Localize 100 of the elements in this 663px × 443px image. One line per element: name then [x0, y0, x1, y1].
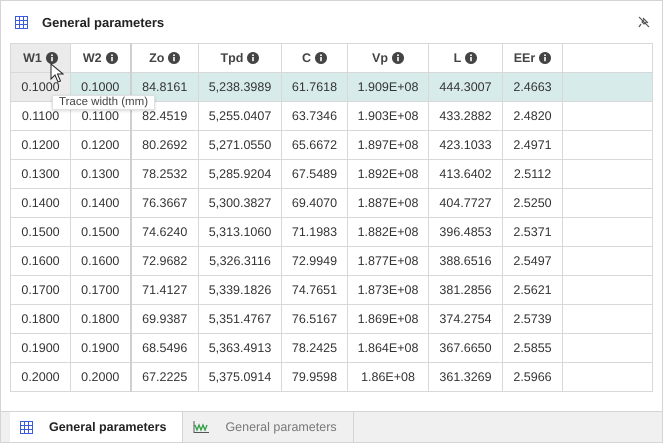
table-cell: 74.6240 [130, 218, 198, 246]
table-cell: 361.3269 [428, 362, 502, 392]
table-cell: 2.5739 [502, 304, 562, 334]
table-cell: 2.5250 [502, 188, 562, 218]
table-cell: 5,351.4767 [198, 304, 282, 334]
table-cell: 2.5112 [502, 160, 562, 188]
table-cell: 1.903E+08 [348, 102, 428, 130]
table-cell: 444.3007 [428, 72, 502, 102]
table-cell: 0.1700 [10, 276, 70, 304]
table-cell: 0.1200 [10, 130, 70, 160]
table-cell: 0.1400 [70, 188, 130, 218]
table-cell: 5,375.0914 [198, 362, 282, 392]
table-cell: 80.2692 [130, 130, 198, 160]
column-header[interactable]: Vp [348, 44, 428, 72]
wave-chart-icon [193, 421, 210, 433]
table-cell: 69.9387 [130, 304, 198, 334]
table-cell: 61.7618 [282, 72, 348, 102]
table-cell: 0.1300 [70, 160, 130, 188]
table-cell: 2.5966 [502, 362, 562, 392]
info-icon[interactable] [315, 52, 328, 64]
table-cell: 396.4853 [428, 218, 502, 246]
table-cell: 71.1983 [282, 218, 348, 246]
table-cell: 0.1800 [70, 304, 130, 334]
table-cell: 0.1600 [70, 246, 130, 276]
table-cell: 0.1300 [10, 160, 70, 188]
table-cell: 0.1700 [70, 276, 130, 304]
info-icon[interactable] [392, 52, 404, 64]
table-cell: 1.86E+08 [348, 362, 428, 392]
table-cell: 0.1900 [10, 334, 70, 362]
table-cell: 1.877E+08 [348, 246, 428, 276]
info-icon[interactable] [46, 52, 58, 64]
table-cell: 1.887E+08 [348, 188, 428, 218]
table-cell: 5,363.4913 [198, 334, 282, 362]
table-cell: 76.5167 [282, 304, 348, 334]
table-cell: 0.1400 [10, 188, 70, 218]
table-cell: 0.1500 [10, 218, 70, 246]
tab-label: General parameters [225, 420, 337, 434]
table-cell: 1.869E+08 [348, 304, 428, 334]
table-cell: 0.2000 [70, 362, 130, 392]
table-cell: 74.7651 [282, 276, 348, 304]
table-cell: 0.1600 [10, 246, 70, 276]
table-cell: 65.6672 [282, 130, 348, 160]
table-cell: 68.5496 [130, 334, 198, 362]
table-cell: 67.2225 [130, 362, 198, 392]
column-header[interactable]: W2 [70, 44, 130, 72]
table-cell: 5,285.9204 [198, 160, 282, 188]
table-cell: 2.5371 [502, 218, 562, 246]
table-cell: 388.6516 [428, 246, 502, 276]
table-cell: 79.9598 [282, 362, 348, 392]
table-cell: 0.1500 [70, 218, 130, 246]
table-cell: 5,326.3116 [198, 246, 282, 276]
table-cell: 1.873E+08 [348, 276, 428, 304]
table-cell: 1.909E+08 [348, 72, 428, 102]
table-cell: 367.6650 [428, 334, 502, 362]
info-icon[interactable] [465, 52, 478, 64]
table-cell: 5,255.0407 [198, 102, 282, 130]
table-cell: 2.4663 [502, 72, 562, 102]
table-cell: 5,238.3989 [198, 72, 282, 102]
table-cell: 1.892E+08 [348, 160, 428, 188]
tab[interactable]: General parameters [10, 412, 184, 442]
info-icon[interactable] [247, 52, 260, 64]
column-header[interactable]: EEr [502, 44, 562, 72]
panel-title: General parameters [42, 14, 166, 30]
info-icon[interactable] [106, 52, 118, 64]
table-cell: 1.882E+08 [348, 218, 428, 246]
cursor-icon [50, 63, 64, 83]
pin-icon[interactable] [638, 16, 650, 28]
column-header[interactable]: L [428, 44, 502, 72]
table-cell: 78.2532 [130, 160, 198, 188]
table-cell: 5,300.3827 [198, 188, 282, 218]
column-header[interactable]: W1 [10, 44, 70, 72]
info-icon[interactable] [539, 52, 552, 64]
table-cell: 76.3667 [130, 188, 198, 218]
table-cell: 423.1033 [428, 130, 502, 160]
column-header[interactable]: C [282, 44, 348, 72]
info-icon[interactable] [168, 52, 180, 64]
table-cell: 69.4070 [282, 188, 348, 218]
table-cell: 2.4820 [502, 102, 562, 130]
table-cell: 63.7346 [282, 102, 348, 130]
table-cell: 5,339.1826 [198, 276, 282, 304]
table-cell: 2.5855 [502, 334, 562, 362]
table-cell: 1.864E+08 [348, 334, 428, 362]
table-cell: 374.2754 [428, 304, 502, 334]
table-cell: 5,313.1060 [198, 218, 282, 246]
table-cell: 433.2882 [428, 102, 502, 130]
table-cell: 2.5497 [502, 246, 562, 276]
table-cell: 78.2425 [282, 334, 348, 362]
table-cell: 381.2856 [428, 276, 502, 304]
column-header[interactable]: Tpd [198, 44, 282, 72]
table-cell: 67.5489 [282, 160, 348, 188]
table-cell: 2.5621 [502, 276, 562, 304]
tab-label: General parameters [49, 420, 166, 434]
table-cell: 404.7727 [428, 188, 502, 218]
table-cell: 0.1200 [70, 130, 130, 160]
table-cell: 0.1900 [70, 334, 130, 362]
table-cell: 5,271.0550 [198, 130, 282, 160]
table-cell: 413.6402 [428, 160, 502, 188]
column-header[interactable]: Zo [130, 44, 198, 72]
table-cell: 0.2000 [10, 362, 70, 392]
table-cell: 1.897E+08 [348, 130, 428, 160]
